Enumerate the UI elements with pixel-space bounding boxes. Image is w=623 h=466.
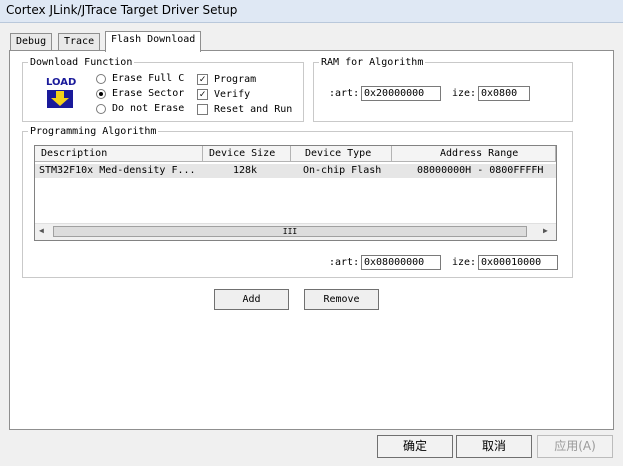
tab-debug-label: Debug <box>16 36 47 47</box>
row-description: STM32F10x Med-density F... <box>39 165 196 176</box>
column-header-description[interactable]: Description <box>35 146 203 162</box>
algorithm-list[interactable]: Description Device Size Device Type Addr… <box>34 145 557 241</box>
row-device-type: On-chip Flash <box>303 165 382 176</box>
cancel-button[interactable]: 取消 <box>456 435 532 458</box>
download-function-legend: Download Function <box>30 57 133 68</box>
ram-for-algorithm-legend: RAM for Algorithm <box>321 57 424 68</box>
ram-size-input[interactable]: 0x0800 <box>478 86 530 101</box>
column-header-device-size[interactable]: Device Size <box>203 146 291 162</box>
column-header-device-type[interactable]: Device Type <box>291 146 392 162</box>
do-not-erase-label: Do not Erase <box>112 103 185 114</box>
algo-start-label: :art: <box>329 257 360 268</box>
tab-trace[interactable]: Trace <box>58 33 101 51</box>
apply-button[interactable]: 应用(A) <box>537 435 613 458</box>
scroll-thumb[interactable]: III <box>53 226 527 237</box>
erase-sector-label: Erase Sector <box>112 88 185 99</box>
tab-flash-download-label: Flash Download <box>111 34 196 45</box>
erase-sector-radio[interactable] <box>96 89 106 99</box>
tab-trace-label: Trace <box>64 36 95 47</box>
program-label: Program <box>214 74 257 85</box>
erase-full-chip-radio[interactable] <box>96 74 106 84</box>
do-not-erase-radio[interactable] <box>96 104 106 114</box>
ram-start-label: :art: <box>329 88 360 99</box>
algo-size-label: ize: <box>452 257 477 268</box>
row-address-range: 08000000H - 0800FFFFH <box>417 165 544 176</box>
ok-button[interactable]: 确定 <box>377 435 453 458</box>
table-row[interactable]: STM32F10x Med-density F... 128k On-chip … <box>35 164 556 178</box>
verify-label: Verify <box>214 89 251 100</box>
program-checkbox[interactable]: ✓ <box>197 74 208 85</box>
reset-and-run-label: Reset and Run <box>214 104 293 115</box>
remove-button[interactable]: Remove <box>304 289 379 310</box>
algo-size-input[interactable]: 0x00010000 <box>478 255 558 270</box>
scroll-right-icon[interactable]: ▶ <box>543 226 548 235</box>
tab-debug[interactable]: Debug <box>10 33 53 51</box>
load-icon-text: LOAD <box>46 77 77 88</box>
verify-checkbox[interactable]: ✓ <box>197 89 208 100</box>
ram-size-label: ize: <box>452 88 477 99</box>
erase-full-chip-label: Erase Full C <box>112 73 185 84</box>
load-icon: LOAD <box>44 77 78 109</box>
programming-algorithm-legend: Programming Algorithm <box>30 126 157 137</box>
column-header-address-range[interactable]: Address Range <box>392 146 556 162</box>
ram-start-input[interactable]: 0x20000000 <box>361 86 441 101</box>
scroll-thumb-grip: III <box>282 227 298 236</box>
algo-start-input[interactable]: 0x08000000 <box>361 255 441 270</box>
reset-and-run-checkbox[interactable] <box>197 104 208 115</box>
row-device-size: 128k <box>233 165 258 176</box>
add-button[interactable]: Add <box>214 289 289 310</box>
horizontal-scrollbar[interactable]: ◀ III ▶ <box>35 223 556 240</box>
scroll-left-icon[interactable]: ◀ <box>39 226 44 235</box>
title-bar: Cortex JLink/JTrace Target Driver Setup <box>0 0 623 23</box>
window-title: Cortex JLink/JTrace Target Driver Setup <box>6 3 238 17</box>
tab-flash-download[interactable]: Flash Download <box>105 31 202 52</box>
